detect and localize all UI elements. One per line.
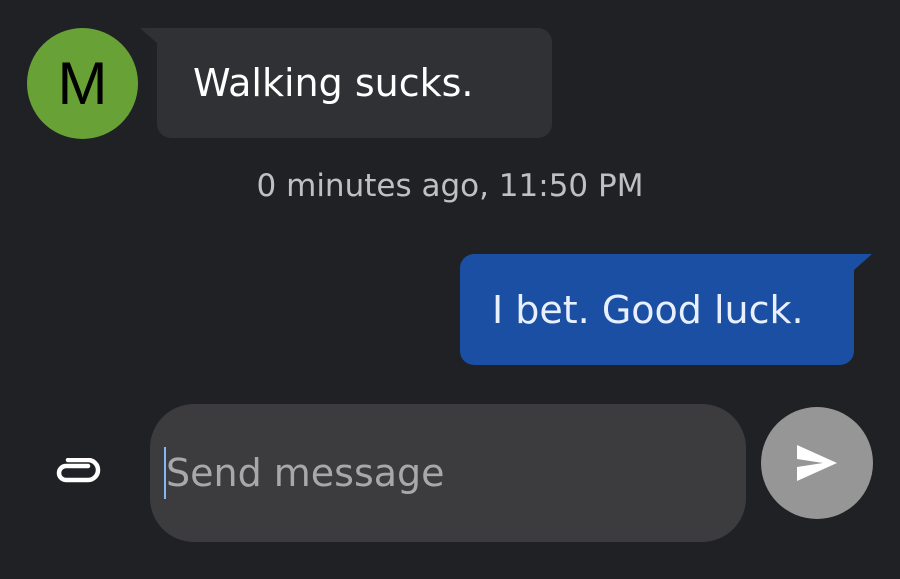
message-composer[interactable] [150, 404, 746, 542]
incoming-message-bubble[interactable]: Walking sucks. [157, 28, 552, 138]
contact-avatar[interactable]: M [27, 28, 138, 139]
send-icon [797, 445, 837, 481]
outgoing-message-bubble[interactable]: I bet. Good luck. [460, 254, 854, 365]
attach-button[interactable] [48, 451, 104, 495]
send-button[interactable] [761, 407, 873, 519]
paperclip-icon [56, 458, 101, 483]
outgoing-message-text: I bet. Good luck. [492, 287, 804, 332]
message-input[interactable] [166, 451, 706, 495]
incoming-bubble-tail [140, 28, 158, 44]
message-timestamp: 0 minutes ago, 11:50 PM [256, 168, 644, 204]
incoming-message-text: Walking sucks. [193, 61, 474, 105]
outgoing-bubble-tail [854, 254, 872, 270]
avatar-initial: M [57, 50, 108, 117]
